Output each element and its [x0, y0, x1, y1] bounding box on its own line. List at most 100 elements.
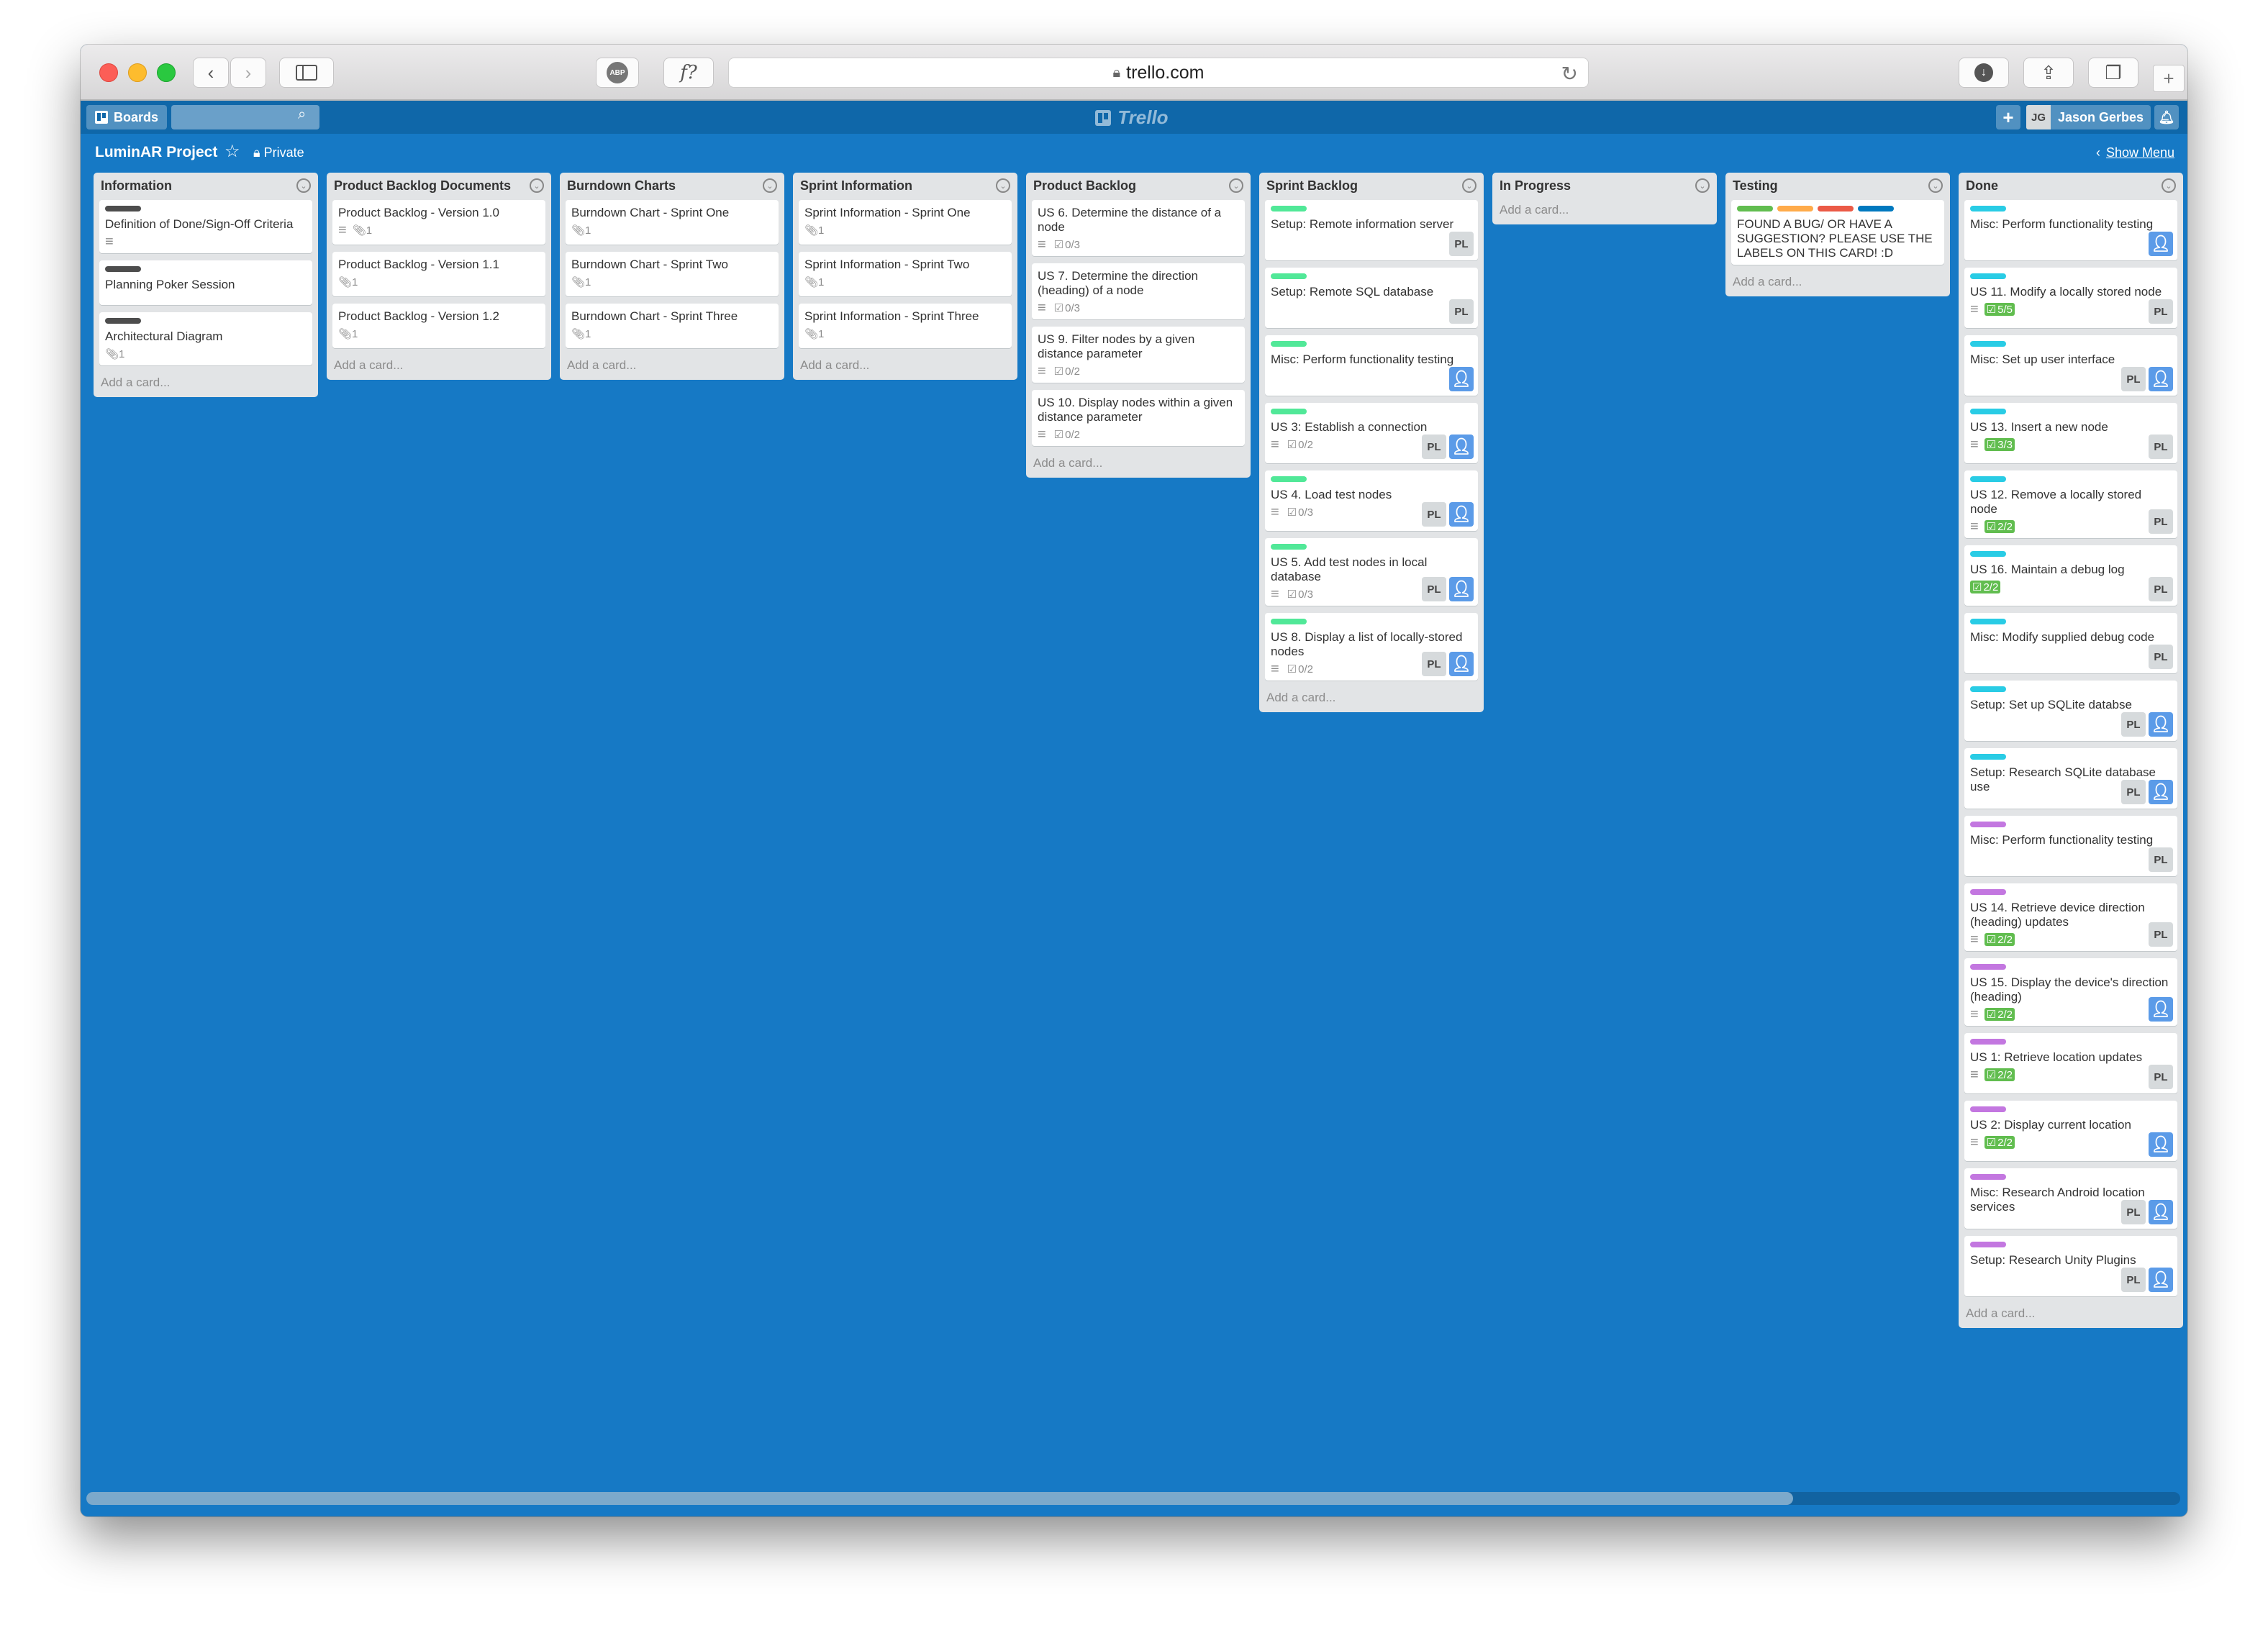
card[interactable]: Burndown Chart - Sprint Three 📎︎1 — [566, 304, 779, 348]
trello-logo[interactable]: Trello — [1095, 106, 1169, 129]
add-card-link[interactable]: Add a card... — [1498, 200, 1711, 219]
member-initials[interactable]: PL — [2149, 922, 2173, 947]
close-window-button[interactable] — [99, 63, 118, 82]
member-initials[interactable]: PL — [2149, 509, 2173, 534]
back-button[interactable]: ‹ — [193, 58, 229, 88]
minimize-window-button[interactable] — [128, 63, 147, 82]
card[interactable]: US 6. Determine the distance of a node ≡ ☑… — [1032, 200, 1245, 256]
card-label[interactable] — [1970, 1174, 2006, 1180]
add-card-link[interactable]: Add a card... — [566, 355, 779, 374]
card-label[interactable] — [1970, 889, 2006, 895]
card[interactable]: Burndown Chart - Sprint Two 📎︎1 — [566, 252, 779, 296]
list-title[interactable]: Product Backlog — [1033, 178, 1136, 194]
card-label[interactable] — [1818, 206, 1854, 211]
card[interactable]: Product Backlog - Version 1.0 ≡ 📎︎1 — [332, 200, 545, 245]
card[interactable]: Misc: Research Android location services… — [1964, 1168, 2177, 1229]
card[interactable]: US 11. Modify a locally stored node ≡ ☑ 5/5… — [1964, 268, 2177, 328]
card-label[interactable] — [1970, 476, 2006, 482]
card[interactable]: US 5. Add test nodes in local database ≡ ☑… — [1265, 538, 1478, 606]
card-label[interactable] — [1271, 619, 1307, 624]
reload-icon[interactable]: ↻ — [1561, 62, 1578, 86]
card-label[interactable] — [1970, 1242, 2006, 1247]
list-title[interactable]: Done — [1966, 178, 1998, 194]
list-menu-icon[interactable]: ⌄ — [296, 178, 311, 193]
card-label[interactable] — [1970, 551, 2006, 557]
card[interactable]: Setup: Remote SQL database PL — [1265, 268, 1478, 328]
create-button[interactable]: + — [1996, 105, 2020, 129]
card-label[interactable] — [1970, 686, 2006, 692]
search-icon[interactable]: ⌕ — [298, 106, 306, 123]
member-avatar-icon[interactable]: 👤︎ — [2149, 1200, 2173, 1224]
card-label[interactable] — [1271, 273, 1307, 279]
forward-button[interactable]: › — [230, 58, 266, 88]
formula-extension-button[interactable]: f? — [663, 58, 714, 88]
card[interactable]: Setup: Research Unity Plugins PL 👤︎ — [1964, 1236, 2177, 1296]
card[interactable]: Definition of Done/Sign-Off Criteria ≡ — [99, 200, 312, 253]
member-initials[interactable]: PL — [1449, 232, 1474, 256]
add-card-link[interactable]: Add a card... — [1731, 272, 1944, 291]
member-avatar-icon[interactable]: 👤︎ — [2149, 367, 2173, 391]
card[interactable]: Sprint Information - Sprint Two 📎︎1 — [799, 252, 1012, 296]
card-label[interactable] — [1777, 206, 1813, 211]
card-label[interactable] — [1970, 409, 2006, 414]
card[interactable]: US 12. Remove a locally stored node ≡ ☑ 2/2… — [1964, 470, 2177, 538]
card-label[interactable] — [1271, 409, 1307, 414]
member-initials[interactable]: PL — [2121, 780, 2146, 804]
card[interactable]: FOUND A BUG/ OR HAVE A SUGGESTION? PLEAS… — [1731, 200, 1944, 265]
member-avatar-icon[interactable]: 👤︎ — [1449, 652, 1474, 676]
downloads-button[interactable]: ↓ — [1959, 58, 2009, 88]
address-bar[interactable]: 🔒︎ trello.com ↻ — [728, 58, 1589, 88]
share-button[interactable]: ⇪ — [2023, 58, 2074, 88]
sidebar-toggle-button[interactable] — [279, 58, 334, 88]
add-card-link[interactable]: Add a card... — [1032, 453, 1245, 472]
card-label[interactable] — [105, 318, 141, 324]
card-label[interactable] — [1970, 1106, 2006, 1112]
card[interactable]: US 15. Display the device's direction (h… — [1964, 958, 2177, 1026]
list-menu-icon[interactable]: ⌄ — [2162, 178, 2176, 193]
boards-button[interactable]: Boards — [86, 105, 168, 129]
card-label[interactable] — [1970, 822, 2006, 827]
add-card-link[interactable]: Add a card... — [1265, 688, 1478, 706]
add-card-link[interactable]: Add a card... — [332, 355, 545, 374]
show-menu-link[interactable]: ‹ Show Menu — [2096, 145, 2174, 160]
member-avatar-icon[interactable]: 👤︎ — [2149, 1268, 2173, 1292]
card[interactable]: Architectural Diagram 📎︎1 — [99, 312, 312, 365]
card[interactable]: Planning Poker Session — [99, 260, 312, 305]
card[interactable]: US 9. Filter nodes by a given distance p… — [1032, 327, 1245, 383]
list-title[interactable]: Sprint Information — [800, 178, 912, 194]
member-menu-button[interactable]: JG Jason Gerbes — [2026, 105, 2151, 129]
card-label[interactable] — [1271, 341, 1307, 347]
member-avatar-icon[interactable]: 👤︎ — [2149, 712, 2173, 737]
card[interactable]: US 14. Retrieve device direction (headin… — [1964, 883, 2177, 951]
card-label[interactable] — [1271, 476, 1307, 482]
member-initials[interactable]: PL — [1422, 577, 1446, 601]
list-title[interactable]: In Progress — [1500, 178, 1571, 194]
member-avatar-icon[interactable]: 👤︎ — [1449, 435, 1474, 459]
card-label[interactable] — [1970, 619, 2006, 624]
member-avatar-icon[interactable]: 👤︎ — [2149, 780, 2173, 804]
card-label[interactable] — [105, 206, 141, 211]
card-label[interactable] — [1858, 206, 1894, 211]
member-initials[interactable]: PL — [1422, 652, 1446, 676]
list-title[interactable]: Burndown Charts — [567, 178, 676, 194]
list-menu-icon[interactable]: ⌄ — [996, 178, 1010, 193]
card-label[interactable] — [1970, 754, 2006, 760]
card[interactable]: US 10. Display nodes within a given dist… — [1032, 390, 1245, 446]
card[interactable]: Misc: Modify supplied debug code PL — [1964, 613, 2177, 673]
card[interactable]: Setup: Remote information server PL — [1265, 200, 1478, 260]
member-initials[interactable]: PL — [2121, 1200, 2146, 1224]
card-label[interactable] — [1970, 273, 2006, 279]
card[interactable]: US 4. Load test nodes ≡ ☑ 0/3 PL 👤︎ — [1265, 470, 1478, 531]
add-card-link[interactable]: Add a card... — [99, 373, 312, 391]
list-menu-icon[interactable]: ⌄ — [763, 178, 777, 193]
list-menu-icon[interactable]: ⌄ — [1695, 178, 1710, 193]
card[interactable]: Setup: Research SQLite database use PL 👤︎ — [1964, 748, 2177, 809]
member-initials[interactable]: PL — [2121, 1268, 2146, 1292]
card[interactable]: Product Backlog - Version 1.2 📎︎1 — [332, 304, 545, 348]
card-label[interactable] — [1970, 206, 2006, 211]
card[interactable]: Product Backlog - Version 1.1 📎︎1 — [332, 252, 545, 296]
card-label[interactable] — [105, 266, 141, 272]
new-tab-button[interactable]: + — [2153, 65, 2185, 92]
card[interactable]: US 1: Retrieve location updates ≡ ☑ 2/2 PL — [1964, 1033, 2177, 1093]
member-initials[interactable]: PL — [2149, 645, 2173, 669]
